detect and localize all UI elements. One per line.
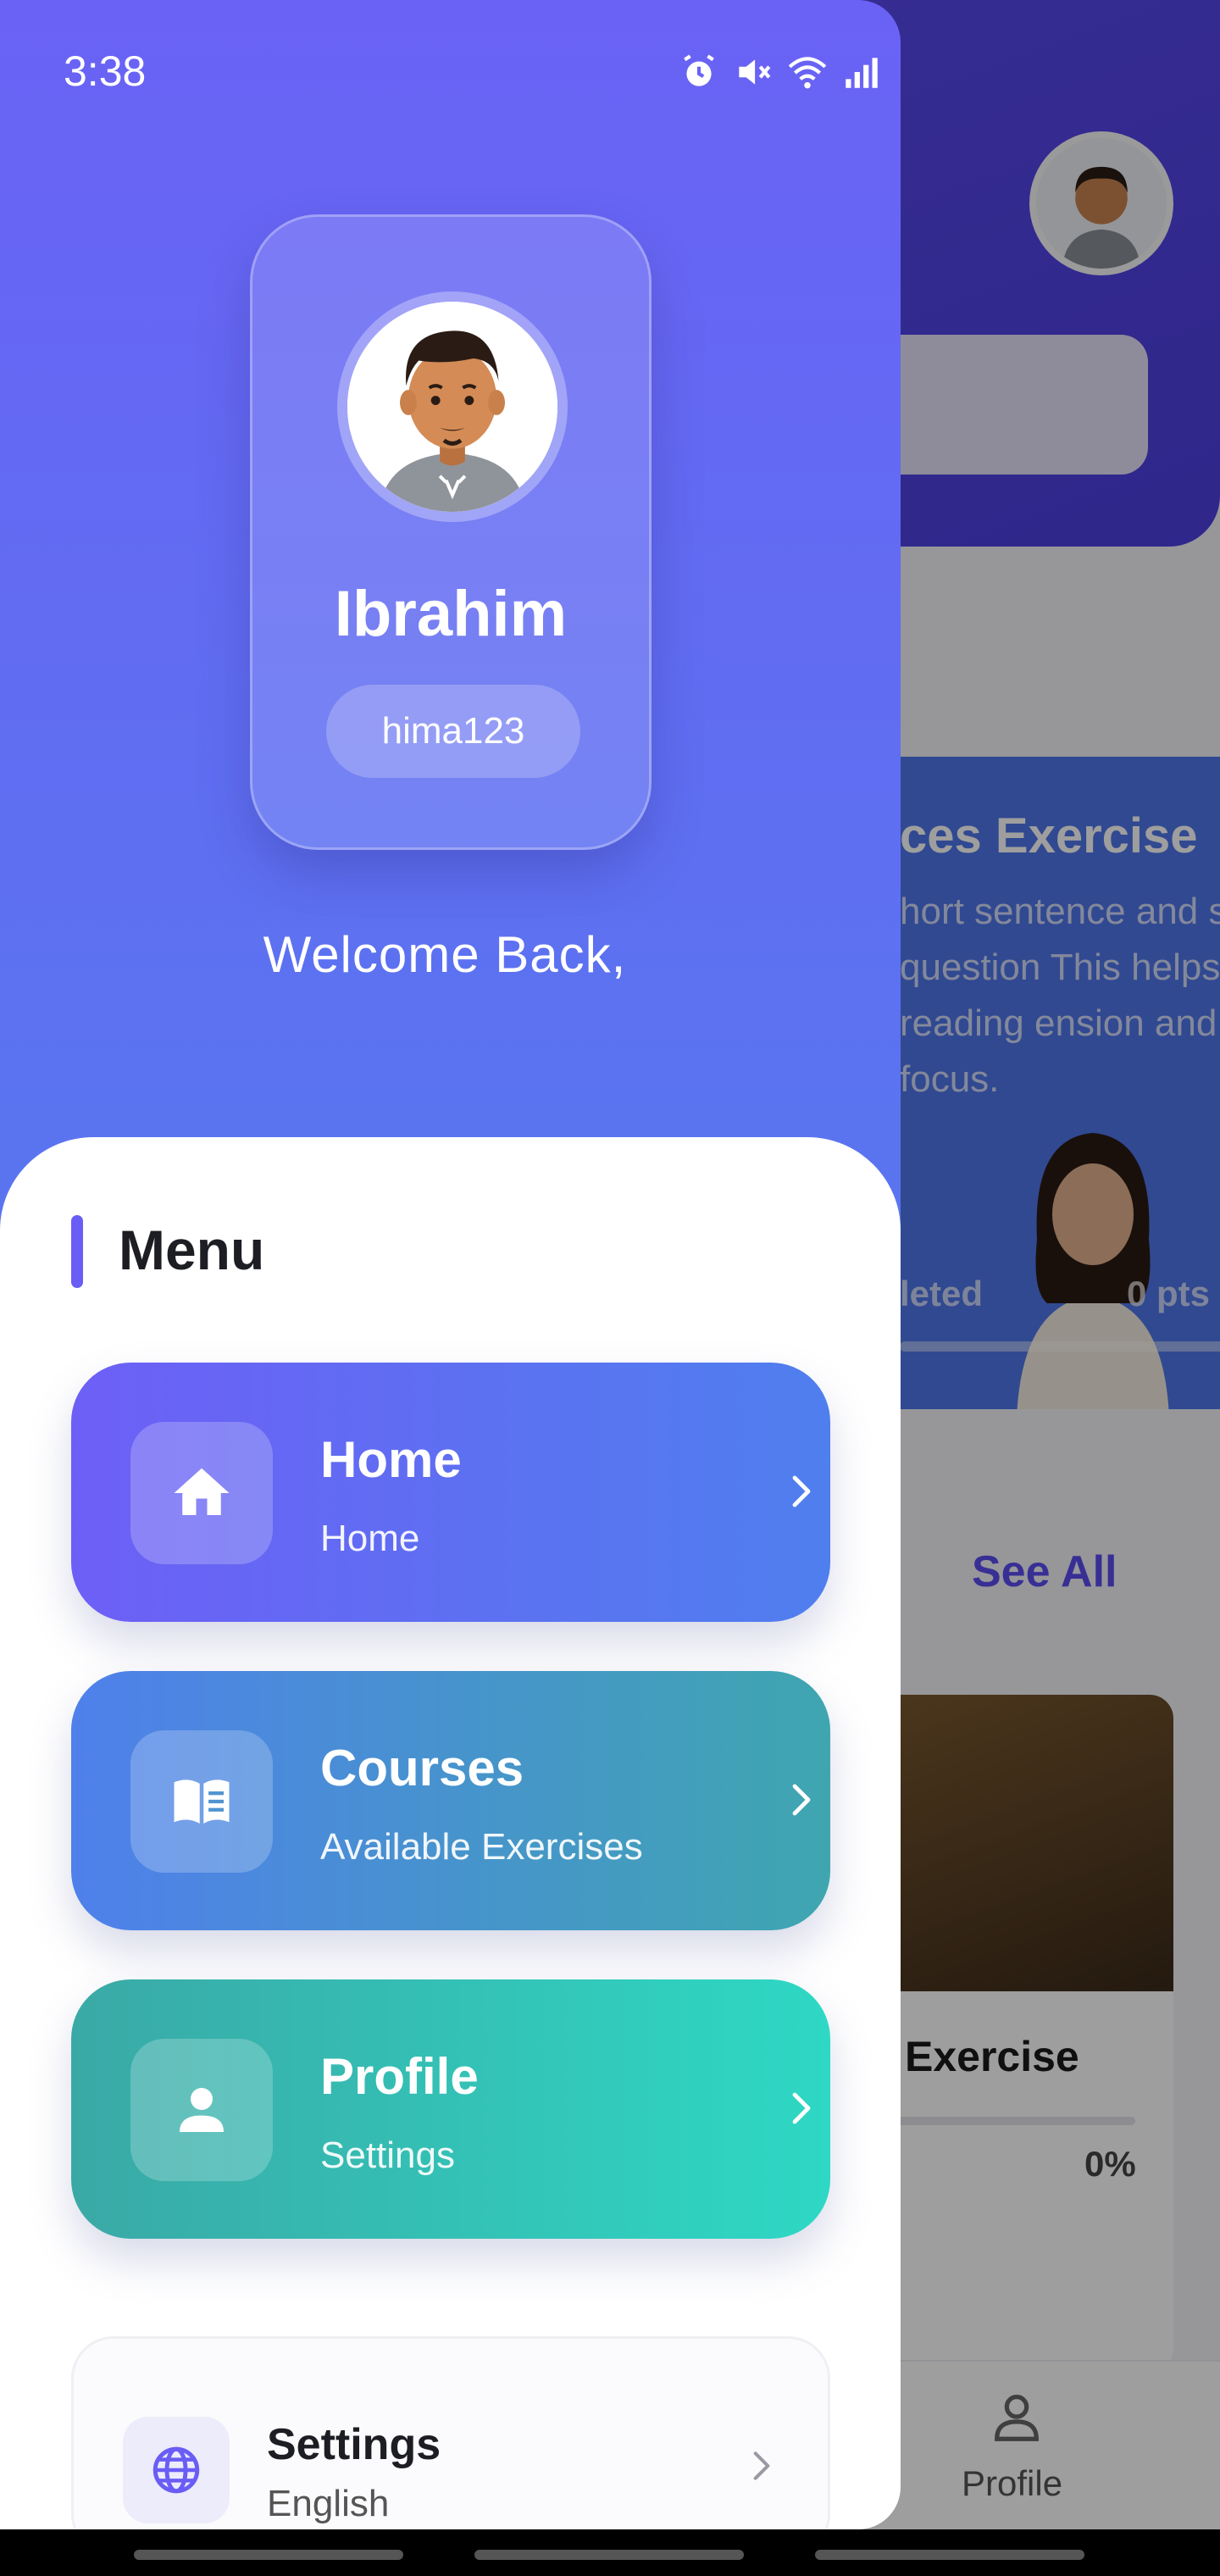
- username-badge: hima123: [326, 685, 580, 778]
- gesture-handle-right[interactable]: [815, 2550, 1084, 2560]
- profile-card: Ibrahim hima123: [250, 214, 652, 850]
- settings-language-item[interactable]: Settings English: [71, 2336, 830, 2529]
- status-icons: [678, 51, 901, 93]
- home-icon: [174, 1468, 230, 1515]
- settings-title: Settings: [267, 2420, 441, 2469]
- welcome-text: Welcome Back,: [263, 926, 627, 983]
- menu-title: Menu: [119, 1219, 265, 1281]
- alarm-icon: [684, 54, 714, 86]
- signal-icon: [846, 58, 878, 88]
- settings-icon-box: [123, 2417, 230, 2523]
- menu-item-title: Courses: [320, 1740, 524, 1796]
- navigation-drawer: 3:38 Ibrahim hima123 Welcome Back, Menu …: [0, 0, 901, 2529]
- globe-icon: [152, 2446, 200, 2494]
- menu-item-subtitle: Available Exercises: [320, 1826, 643, 1868]
- mute-icon: [739, 59, 771, 85]
- avatar[interactable]: [337, 291, 568, 522]
- menu-item-icon-box: [130, 1730, 273, 1873]
- battery-icon: [895, 51, 901, 93]
- menu-item-subtitle: Home: [320, 1518, 420, 1559]
- settings-language-value: English: [267, 2483, 390, 2524]
- menu-item-title: Home: [320, 1431, 462, 1488]
- chevron-right-icon: [792, 2092, 811, 2124]
- book-icon: [174, 1779, 230, 1824]
- chevron-right-icon: [753, 2451, 770, 2480]
- menu-accent-bar: [71, 1215, 83, 1288]
- wifi-icon: [788, 57, 827, 89]
- menu-item-profile[interactable]: Profile Settings: [71, 1979, 830, 2239]
- gesture-handle-center[interactable]: [474, 2550, 744, 2560]
- menu-item-title: Profile: [320, 2048, 479, 2105]
- chevron-right-icon: [792, 1475, 811, 1507]
- menu-item-subtitle: Settings: [320, 2135, 455, 2176]
- menu-item-icon-box: [130, 2039, 273, 2181]
- status-time: 3:38: [64, 47, 147, 95]
- menu-item-icon-box: [130, 1422, 273, 1564]
- gesture-handle-left[interactable]: [134, 2550, 403, 2560]
- person-icon: [180, 2088, 224, 2132]
- chevron-right-icon: [792, 1784, 811, 1816]
- system-gesture-bar: [0, 2529, 1220, 2576]
- menu-item-courses[interactable]: Courses Available Exercises: [71, 1671, 830, 1930]
- status-bar: 3:38: [0, 0, 901, 144]
- avatar-illustration: [347, 302, 557, 512]
- profile-name: Ibrahim: [334, 578, 568, 650]
- menu-item-home[interactable]: Home Home: [71, 1363, 830, 1622]
